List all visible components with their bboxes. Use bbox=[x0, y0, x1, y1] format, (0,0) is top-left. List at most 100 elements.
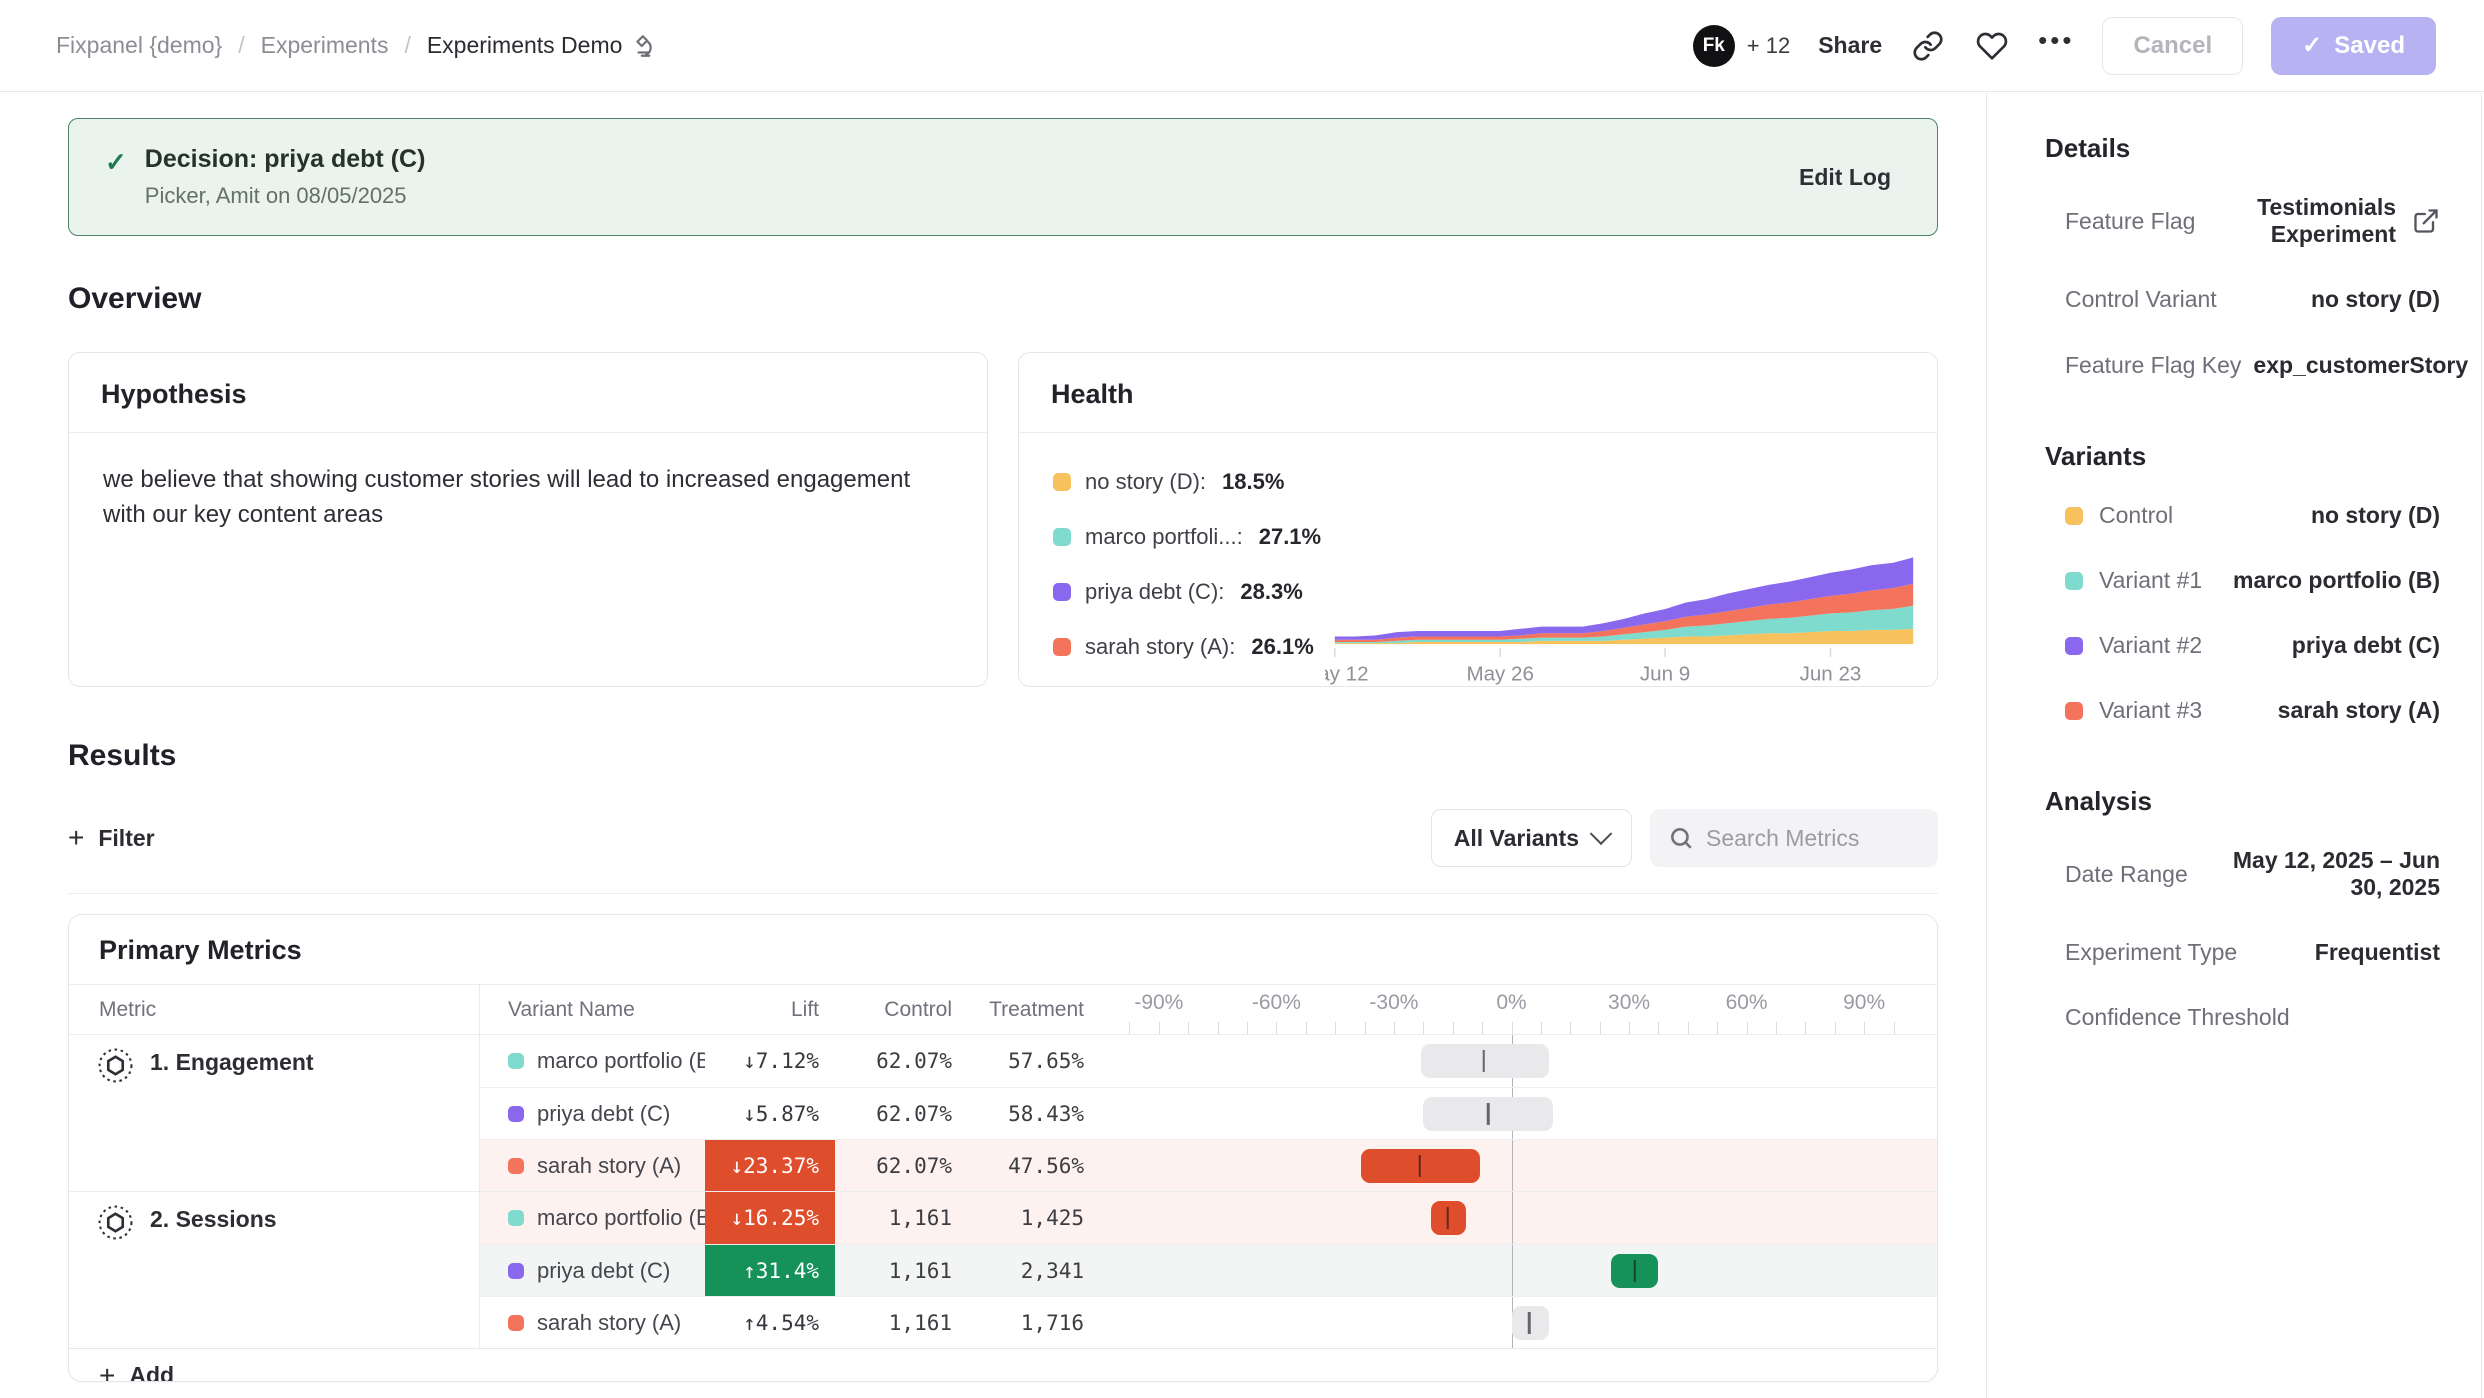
share-button[interactable]: Share bbox=[1818, 32, 1882, 59]
hypothesis-body[interactable]: we believe that showing customer stories… bbox=[69, 433, 949, 563]
legend-label: priya debt (C): bbox=[1085, 579, 1224, 605]
edit-log-button[interactable]: Edit Log bbox=[1799, 164, 1891, 191]
variant-value: no story (D) bbox=[2311, 502, 2440, 529]
confidence-interval-bar[interactable] bbox=[1421, 1044, 1548, 1078]
avatar[interactable]: Fk bbox=[1693, 25, 1735, 67]
legend-label: no story (D): bbox=[1085, 469, 1206, 495]
confidence-interval-bar[interactable] bbox=[1611, 1254, 1658, 1288]
search-icon bbox=[1668, 825, 1694, 851]
metrics-footer: + Add bbox=[69, 1348, 1937, 1382]
variant-slot-label: Variant #2 bbox=[2099, 632, 2202, 659]
more-options-icon[interactable]: ••• bbox=[2038, 25, 2074, 66]
confidence-interval-bar[interactable] bbox=[1423, 1097, 1552, 1131]
confidence-interval-bar[interactable] bbox=[1512, 1306, 1549, 1340]
lift-axis-label: 90% bbox=[1843, 991, 1885, 1015]
confidence-interval-cell bbox=[1104, 1088, 1919, 1139]
legend-item[interactable]: no story (D):18.5% bbox=[1053, 469, 1325, 495]
breadcrumb-project[interactable]: Fixpanel {demo} bbox=[56, 32, 222, 59]
lift-axis-tick bbox=[1423, 1022, 1424, 1034]
variant-row[interactable]: sarah story (A)↓23.37%62.07%47.56% bbox=[480, 1139, 1937, 1191]
legend-swatch bbox=[1053, 583, 1071, 601]
experiment-type-value: Frequentist bbox=[2315, 939, 2440, 966]
legend-item[interactable]: sarah story (A):26.1% bbox=[1053, 634, 1325, 660]
add-filter-button[interactable]: + Filter bbox=[68, 822, 155, 854]
metric-target-icon bbox=[97, 1204, 134, 1241]
confidence-interval-bar[interactable] bbox=[1361, 1149, 1481, 1183]
confidence-interval-cell bbox=[1104, 1035, 1919, 1087]
variant-row[interactable]: priya debt (C)↑31.4%1,1612,341 bbox=[480, 1244, 1937, 1296]
metric-group: 1. Engagementmarco portfolio (B)↓7.12%62… bbox=[69, 1034, 1937, 1191]
confidence-interval-bar[interactable] bbox=[1431, 1201, 1466, 1235]
scrollbar[interactable] bbox=[2481, 93, 2482, 1398]
variant-slot-label: Control bbox=[2099, 502, 2173, 529]
cancel-button[interactable]: Cancel bbox=[2102, 17, 2243, 75]
add-metric-button[interactable]: + Add bbox=[99, 1360, 174, 1383]
legend-swatch bbox=[1053, 528, 1071, 546]
lift-axis-tick bbox=[1129, 1022, 1130, 1034]
copy-link-icon[interactable] bbox=[1910, 28, 1946, 64]
main-content: ✓ Decision: priya debt (C) Picker, Amit … bbox=[0, 92, 1986, 1398]
microscope-icon bbox=[632, 33, 658, 59]
lift-value: ↑31.4% bbox=[705, 1245, 835, 1296]
lift-value: ↑4.54% bbox=[705, 1297, 835, 1348]
variant-value: sarah story (A) bbox=[2278, 697, 2440, 724]
health-title: Health bbox=[1019, 353, 1937, 432]
legend-item[interactable]: marco portfoli...:27.1% bbox=[1053, 524, 1325, 550]
x-axis-label: Jun 9 bbox=[1640, 662, 1690, 685]
control-value: 62.07% bbox=[835, 1088, 960, 1139]
lift-axis-tick bbox=[1541, 1022, 1542, 1034]
decision-subtitle: Picker, Amit on 08/05/2025 bbox=[145, 183, 426, 209]
breadcrumb-separator: / bbox=[238, 32, 244, 59]
lift-axis-tick bbox=[1394, 1022, 1395, 1034]
confidence-interval-cell bbox=[1104, 1245, 1919, 1296]
feature-flag-value[interactable]: Testimonials Experiment bbox=[2207, 194, 2396, 248]
variants-dropdown[interactable]: All Variants bbox=[1431, 809, 1632, 867]
hypothesis-title: Hypothesis bbox=[69, 353, 987, 432]
x-axis-label: May 26 bbox=[1466, 662, 1533, 685]
variant-row[interactable]: marco portfolio (B)↓7.12%62.07%57.65% bbox=[480, 1035, 1937, 1087]
legend-item[interactable]: priya debt (C):28.3% bbox=[1053, 579, 1325, 605]
variant-row[interactable]: priya debt (C)↓5.87%62.07%58.43% bbox=[480, 1087, 1937, 1139]
collaborators-count[interactable]: + 12 bbox=[1747, 33, 1790, 59]
lift-axis-tick bbox=[1805, 1022, 1806, 1034]
divider bbox=[68, 893, 1938, 894]
favorite-heart-icon[interactable] bbox=[1974, 28, 2010, 64]
legend-label: marco portfoli...: bbox=[1085, 524, 1243, 550]
lift-point-tick bbox=[1528, 1312, 1531, 1334]
variant-value: priya debt (C) bbox=[2292, 632, 2440, 659]
column-header-treatment: Treatment bbox=[960, 985, 1090, 1034]
treatment-value: 1,425 bbox=[960, 1192, 1090, 1244]
lift-axis-tick bbox=[1894, 1022, 1895, 1034]
primary-metrics-title: Primary Metrics bbox=[69, 915, 1937, 984]
treatment-value: 2,341 bbox=[960, 1245, 1090, 1296]
legend-value: 26.1% bbox=[1251, 634, 1313, 660]
lift-axis-tick bbox=[1218, 1022, 1219, 1034]
variant-color-dot bbox=[508, 1106, 524, 1122]
decision-title: Decision: priya debt (C) bbox=[145, 145, 426, 174]
zero-gridline bbox=[1512, 1140, 1514, 1191]
variant-name: sarah story (A) bbox=[537, 1310, 681, 1336]
date-range-row: Date Range May 12, 2025 – Jun 30, 2025 bbox=[2065, 847, 2440, 901]
external-link-icon[interactable] bbox=[2412, 207, 2440, 235]
treatment-value: 57.65% bbox=[960, 1035, 1090, 1087]
search-metrics-field[interactable] bbox=[1650, 809, 1938, 867]
metric-cell[interactable]: 2. Sessions bbox=[69, 1192, 480, 1348]
variant-row[interactable]: marco portfolio (B)↓16.25%1,1611,425 bbox=[480, 1192, 1937, 1244]
lift-axis-label: 0% bbox=[1496, 991, 1526, 1015]
variant-row[interactable]: sarah story (A)↑4.54%1,1611,716 bbox=[480, 1296, 1937, 1348]
breadcrumb-experiments[interactable]: Experiments bbox=[261, 32, 389, 59]
variant-name-cell: priya debt (C) bbox=[480, 1088, 705, 1139]
variant-slot-label: Variant #1 bbox=[2099, 567, 2202, 594]
saved-button[interactable]: ✓ Saved bbox=[2271, 17, 2436, 75]
search-metrics-input[interactable] bbox=[1706, 825, 1920, 852]
top-bar: Fixpanel {demo} / Experiments / Experime… bbox=[0, 0, 2484, 92]
health-chart: May 12May 26Jun 9Jun 23 bbox=[1325, 433, 1937, 689]
control-value: 1,161 bbox=[835, 1192, 960, 1244]
lift-point-tick bbox=[1633, 1260, 1636, 1282]
metric-cell[interactable]: 1. Engagement bbox=[69, 1035, 480, 1191]
variant-name-cell: marco portfolio (B) bbox=[480, 1192, 705, 1244]
treatment-value: 58.43% bbox=[960, 1088, 1090, 1139]
variant-name: priya debt (C) bbox=[537, 1258, 670, 1284]
lift-point-tick bbox=[1482, 1050, 1485, 1072]
variant-color-dot bbox=[508, 1158, 524, 1174]
